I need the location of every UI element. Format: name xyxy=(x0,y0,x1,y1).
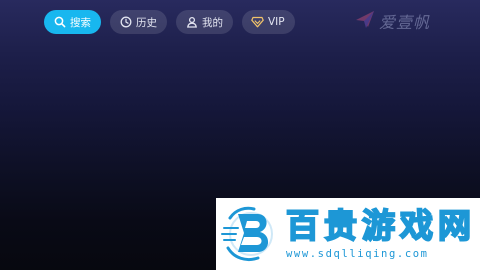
app-screen: 搜索 历史 我的 VIP 爱壹帆 百贵游戏网 www.sdqlliqing.co… xyxy=(0,0,480,270)
paper-plane-logo-icon xyxy=(354,9,376,33)
watermark-text: 百贵游戏网 www.sdqlliqing.com xyxy=(285,206,476,261)
nav-vip-button[interactable]: VIP xyxy=(242,10,295,34)
brand-logo: 爱壹帆 xyxy=(354,9,430,33)
nav-profile-label: 我的 xyxy=(202,16,223,29)
user-icon xyxy=(185,16,198,29)
nav-vip-label: VIP xyxy=(268,16,285,28)
nav-search-button[interactable]: 搜索 xyxy=(44,10,101,34)
watermark-url: www.sdqlliqing.com xyxy=(286,248,429,260)
brand-name: 爱壹帆 xyxy=(378,13,430,32)
nav-search-label: 搜索 xyxy=(70,16,91,29)
top-nav: 搜索 历史 我的 VIP xyxy=(44,10,295,34)
search-icon xyxy=(53,16,66,29)
clock-icon xyxy=(119,16,132,29)
site-watermark: 百贵游戏网 www.sdqlliqing.com xyxy=(216,198,480,270)
nav-history-label: 历史 xyxy=(136,16,157,29)
diamond-icon xyxy=(251,16,264,29)
b-logo-icon xyxy=(221,206,273,262)
nav-history-button[interactable]: 历史 xyxy=(110,10,167,34)
watermark-title: 百贵游戏网 xyxy=(285,206,476,245)
nav-profile-button[interactable]: 我的 xyxy=(176,10,233,34)
